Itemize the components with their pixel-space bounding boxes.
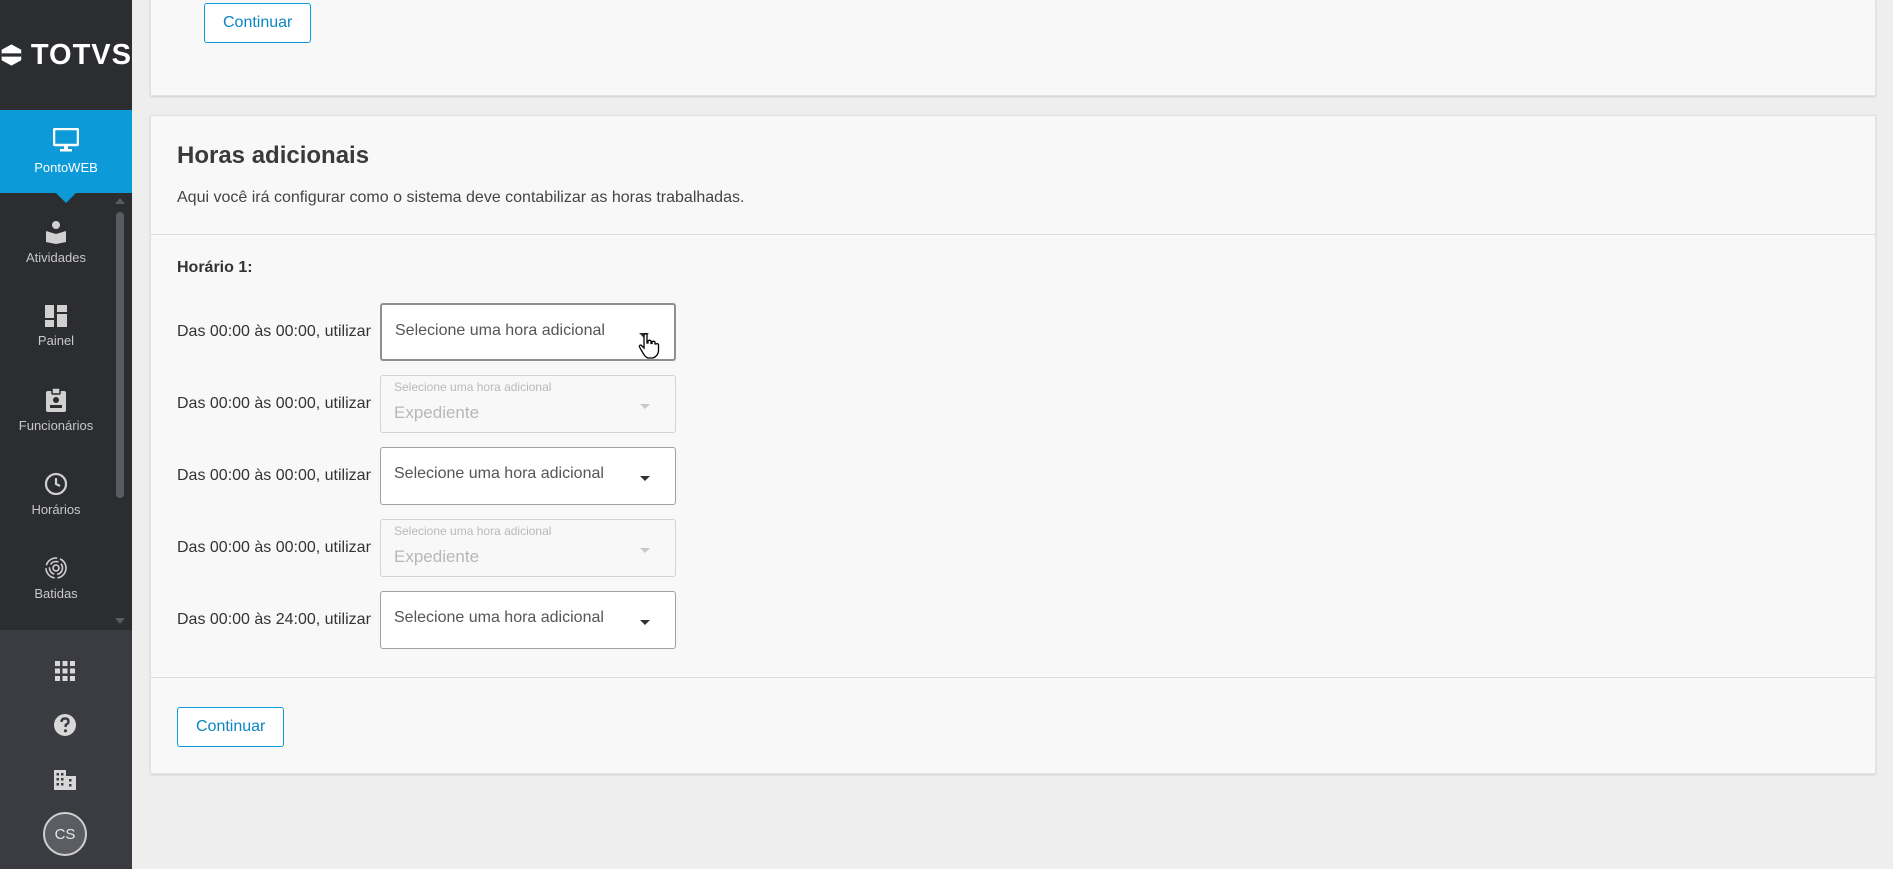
sidebar-item-label: Horários xyxy=(31,501,81,517)
chevron-down-icon xyxy=(640,404,650,409)
dashboard-icon xyxy=(45,304,67,327)
hour-row: Das 00:00 às 00:00, utilizar Selecione u… xyxy=(177,375,676,433)
hour-row: Das 00:00 às 00:00, utilizar Selecione u… xyxy=(177,303,676,361)
hour-select[interactable]: Selecione uma hora adicional xyxy=(380,447,676,505)
select-value: Expediente xyxy=(394,403,480,422)
hand-cursor-icon xyxy=(638,333,660,359)
monitor-icon xyxy=(53,128,79,152)
help-icon[interactable] xyxy=(50,710,80,740)
hour-row-label: Das 00:00 às 00:00, utilizar xyxy=(177,395,371,412)
sidebar-menu: Atividades Painel Funcionários Horários … xyxy=(0,200,112,620)
hour-row-label: Das 00:00 às 00:00, utilizar xyxy=(177,467,371,484)
hour-row: Das 00:00 às 00:00, utilizar Selecione u… xyxy=(177,447,676,505)
hour-select[interactable]: Selecione uma hora adicional Expediente xyxy=(380,519,676,577)
sidebar-scroll-down[interactable] xyxy=(115,618,125,624)
logo-text: TOTVS xyxy=(30,38,132,71)
hour-row: Das 00:00 às 00:00, utilizar Selecione u… xyxy=(177,519,676,577)
totvs-logo[interactable]: TOTVS xyxy=(0,0,132,110)
sidebar-item-painel[interactable]: Painel xyxy=(0,284,112,368)
select-placeholder: Selecione uma hora adicional xyxy=(395,322,605,339)
continue-button-top[interactable]: Continuar xyxy=(204,3,312,43)
building-icon[interactable] xyxy=(50,764,80,794)
select-value: Expediente xyxy=(394,547,480,566)
sidebar-item-label: Batidas xyxy=(34,585,78,601)
select-floating-label: Selecione uma hora adicional xyxy=(394,524,552,538)
hour-row-label: Das 00:00 às 00:00, utilizar xyxy=(177,323,371,340)
sidebar-item-pontoweb[interactable]: PontoWEB xyxy=(0,110,132,203)
divider xyxy=(151,234,1875,235)
sidebar-item-atividades[interactable]: Atividades xyxy=(0,200,112,284)
previous-section-card: Continuar xyxy=(150,0,1876,96)
clock-icon xyxy=(44,472,68,495)
horas-adicionais-card: Horas adicionais Aqui você irá configura… xyxy=(150,115,1876,774)
apps-grid-icon[interactable] xyxy=(50,656,80,686)
sidebar: TOTVS PontoWEB Atividades Painel Funcion… xyxy=(0,0,132,869)
hour-row: Das 00:00 às 24:00, utilizar Selecione u… xyxy=(177,591,676,649)
totvs-logo-icon xyxy=(1,44,22,66)
hour-row-label: Das 00:00 às 00:00, utilizar xyxy=(177,539,371,556)
continue-button[interactable]: Continuar xyxy=(177,707,285,747)
section-description: Aqui você irá configurar como o sistema … xyxy=(177,189,745,206)
chevron-down-icon xyxy=(640,548,650,553)
section-title: Horas adicionais xyxy=(177,142,370,169)
sidebar-item-label: Funcionários xyxy=(18,417,94,433)
user-book-icon xyxy=(46,220,66,244)
hour-row-label: Das 00:00 às 24:00, utilizar xyxy=(177,611,371,628)
sidebar-scrollbar[interactable] xyxy=(116,212,124,498)
sidebar-scroll-up[interactable] xyxy=(115,198,125,204)
hour-select[interactable]: Selecione uma hora adicional xyxy=(380,303,676,361)
sidebar-item-label: Atividades xyxy=(26,249,86,265)
hour-select[interactable]: Selecione uma hora adicional xyxy=(380,591,676,649)
sidebar-item-funcionarios[interactable]: Funcionários xyxy=(0,368,112,452)
sidebar-item-label: Painel xyxy=(37,332,75,348)
sidebar-item-label: PontoWEB xyxy=(34,160,98,175)
sidebar-item-batidas[interactable]: Batidas xyxy=(0,536,112,620)
fingerprint-icon xyxy=(45,556,67,579)
divider xyxy=(151,677,1875,678)
avatar[interactable]: CS xyxy=(43,812,87,856)
sidebar-item-horarios[interactable]: Horários xyxy=(0,452,112,536)
chevron-down-icon xyxy=(640,620,650,625)
select-placeholder: Selecione uma hora adicional xyxy=(394,465,604,482)
schedule-subtitle: Horário 1: xyxy=(177,259,253,276)
hour-select[interactable]: Selecione uma hora adicional Expediente xyxy=(380,375,676,433)
badge-icon xyxy=(46,387,66,412)
select-placeholder: Selecione uma hora adicional xyxy=(394,609,604,626)
chevron-down-icon xyxy=(640,476,650,481)
select-floating-label: Selecione uma hora adicional xyxy=(394,380,552,394)
